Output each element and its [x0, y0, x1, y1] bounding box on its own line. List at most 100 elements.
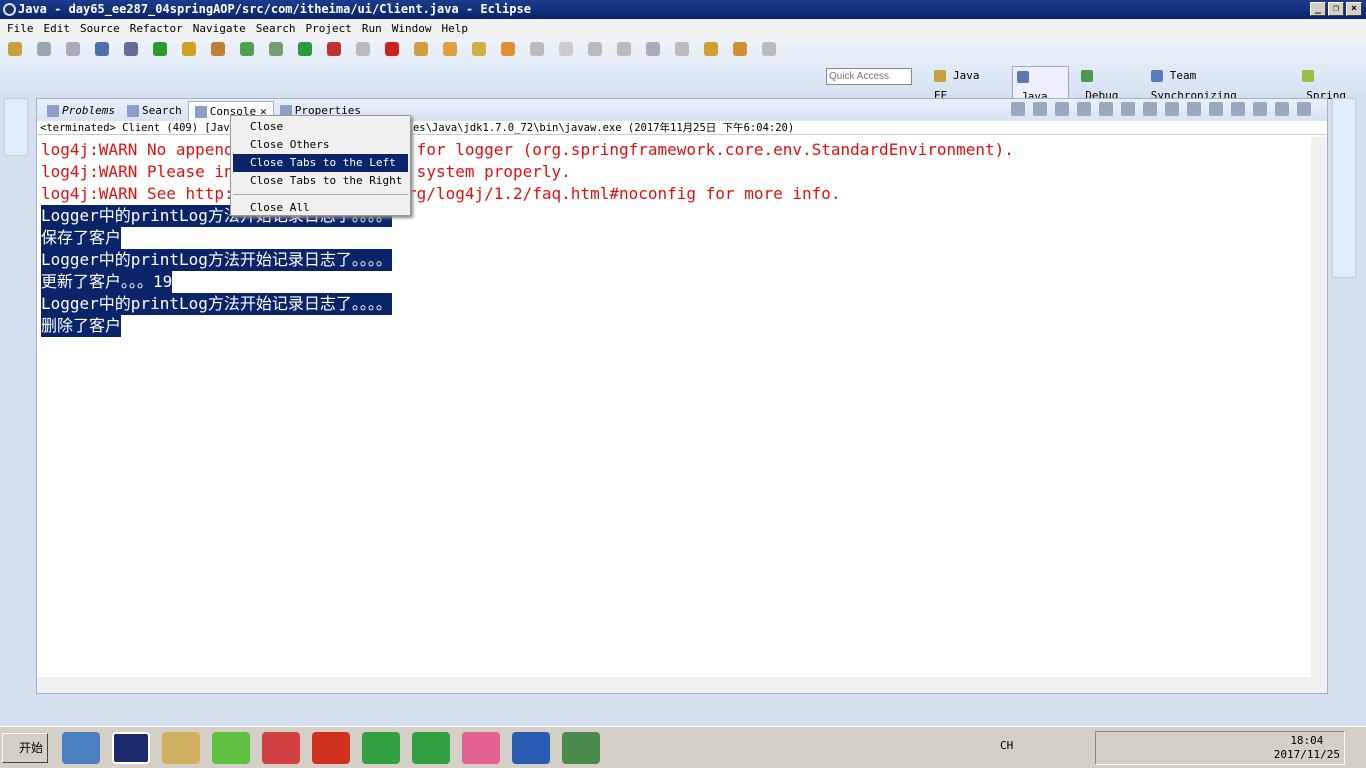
- toolbar-button[interactable]: [501, 42, 515, 56]
- menu-project[interactable]: Project: [300, 19, 356, 38]
- perspective-icon: [1017, 71, 1030, 83]
- toolbar-button[interactable]: [124, 42, 138, 56]
- toolbar-button[interactable]: [298, 42, 312, 56]
- toolbar-button[interactable]: [182, 42, 196, 56]
- console-text: Logger中的printLog方法开始记录日志了。。。。: [41, 293, 392, 315]
- toolbar-button[interactable]: [211, 42, 225, 56]
- start-button[interactable]: 开始: [2, 733, 48, 763]
- clock[interactable]: 18:04 2017/11/25: [1274, 734, 1340, 762]
- menu-item-close-others[interactable]: Close Others: [233, 136, 408, 154]
- right-trim: [1332, 98, 1356, 278]
- taskbar-app[interactable]: [512, 732, 550, 764]
- quick-access-input[interactable]: [826, 68, 912, 85]
- toolbar-button[interactable]: [704, 42, 718, 56]
- menu-help[interactable]: Help: [436, 19, 473, 38]
- view-toolbar-button[interactable]: [1077, 102, 1091, 116]
- menu-navigate[interactable]: Navigate: [188, 19, 251, 38]
- console-text: log4j:WARN See http://logging.apache.org…: [41, 184, 841, 203]
- toolbar-button[interactable]: [385, 42, 399, 56]
- toolbar-button[interactable]: [37, 42, 51, 56]
- console-text: log4j:WARN No appenders could be found f…: [41, 140, 1014, 159]
- menu-refactor[interactable]: Refactor: [125, 19, 188, 38]
- toolbar-button[interactable]: [733, 42, 747, 56]
- console-line: log4j:WARN See http://logging.apache.org…: [41, 183, 1014, 205]
- view-toolbar-button[interactable]: [1231, 102, 1245, 116]
- title-bar: Java - day65_ee287_04springAOP/src/com/i…: [0, 0, 1366, 19]
- taskbar-app[interactable]: [312, 732, 350, 764]
- taskbar-app[interactable]: [212, 732, 250, 764]
- toolbar-button[interactable]: [356, 42, 370, 56]
- menu-item-close-all[interactable]: Close All: [233, 199, 408, 217]
- menu-separator: [233, 194, 408, 195]
- menu-item-close[interactable]: Close: [233, 118, 408, 136]
- view-toolbar-button[interactable]: [1099, 102, 1113, 116]
- menu-run[interactable]: Run: [357, 19, 387, 38]
- menu-bar: File Edit Source Refactor Navigate Search Proj…: [0, 19, 1366, 38]
- taskbar: 开始 CH 18:04 2017/11/25: [0, 726, 1366, 768]
- tab-search[interactable]: Search: [121, 101, 188, 121]
- view-toolbar-button[interactable]: [1187, 102, 1201, 116]
- toolbar-button[interactable]: [617, 42, 631, 56]
- close-button[interactable]: ×: [1346, 2, 1362, 16]
- toolbar-button[interactable]: [762, 42, 776, 56]
- toolbar-button[interactable]: [153, 42, 167, 56]
- restore-button[interactable]: ❐: [1328, 2, 1344, 16]
- taskbar-app[interactable]: [562, 732, 600, 764]
- menu-edit[interactable]: Edit: [39, 19, 76, 38]
- vertical-scrollbar[interactable]: [1311, 137, 1327, 677]
- toolbar-button[interactable]: [240, 42, 254, 56]
- toolbar-button[interactable]: [530, 42, 544, 56]
- toolbar-button[interactable]: [66, 42, 80, 56]
- view-toolbar-button[interactable]: [1143, 102, 1157, 116]
- toolbar-button[interactable]: [95, 42, 109, 56]
- toolbar-button[interactable]: [588, 42, 602, 56]
- taskbar-app[interactable]: [362, 732, 400, 764]
- taskbar-app[interactable]: [62, 732, 100, 764]
- console-line: log4j:WARN No appenders could be found f…: [41, 139, 1014, 161]
- left-trim: [4, 98, 28, 156]
- menu-search[interactable]: Search: [251, 19, 301, 38]
- tab-problems[interactable]: Problems: [41, 101, 121, 121]
- console-text: 更新了客户。。。19: [41, 271, 173, 293]
- menu-source[interactable]: Source: [75, 19, 125, 38]
- perspective-icon: [1081, 70, 1094, 82]
- window-title: Java - day65_ee287_04springAOP/src/com/i…: [18, 2, 531, 16]
- language-indicator[interactable]: CH: [1000, 739, 1013, 752]
- toolbar-button[interactable]: [675, 42, 689, 56]
- view-toolbar-button[interactable]: [1253, 102, 1267, 116]
- perspective-icon: [1302, 70, 1315, 82]
- toolbar-button[interactable]: [472, 42, 486, 56]
- menu-item-close-tabs-to-the-right[interactable]: Close Tabs to the Right: [233, 172, 408, 190]
- tab-label: Search: [141, 104, 182, 117]
- minimize-button[interactable]: _: [1310, 2, 1326, 16]
- taskbar-app[interactable]: [112, 732, 150, 764]
- toolbar-button[interactable]: [646, 42, 660, 56]
- taskbar-app[interactable]: [412, 732, 450, 764]
- toolbar-button[interactable]: [559, 42, 573, 56]
- taskbar-app[interactable]: [262, 732, 300, 764]
- console-line: 删除了客户: [41, 315, 1014, 337]
- toolbar-button[interactable]: [414, 42, 428, 56]
- menu-item-close-tabs-to-the-left[interactable]: Close Tabs to the Left: [233, 154, 408, 172]
- perspective-icon: [934, 70, 946, 82]
- toolbar-button[interactable]: [8, 42, 22, 56]
- view-toolbar-button[interactable]: [1165, 102, 1179, 116]
- console-output[interactable]: log4j:WARN No appenders could be found f…: [41, 139, 1014, 337]
- toolbar-button[interactable]: [327, 42, 341, 56]
- view-toolbar-button[interactable]: [1033, 102, 1047, 116]
- menu-window[interactable]: Window: [387, 19, 437, 38]
- view-toolbar-button[interactable]: [1055, 102, 1069, 116]
- view-toolbar-button[interactable]: [1275, 102, 1289, 116]
- toolbar-button[interactable]: [443, 42, 457, 56]
- perspective-icon: [1150, 70, 1163, 82]
- console-text: 删除了客户: [41, 315, 122, 337]
- menu-file[interactable]: File: [2, 19, 39, 38]
- horizontal-scrollbar[interactable]: [37, 677, 1327, 693]
- view-toolbar-button[interactable]: [1297, 102, 1311, 116]
- taskbar-app[interactable]: [162, 732, 200, 764]
- toolbar-button[interactable]: [269, 42, 283, 56]
- view-toolbar-button[interactable]: [1209, 102, 1223, 116]
- view-toolbar-button[interactable]: [1121, 102, 1135, 116]
- view-toolbar-button[interactable]: [1011, 102, 1025, 116]
- taskbar-app[interactable]: [462, 732, 500, 764]
